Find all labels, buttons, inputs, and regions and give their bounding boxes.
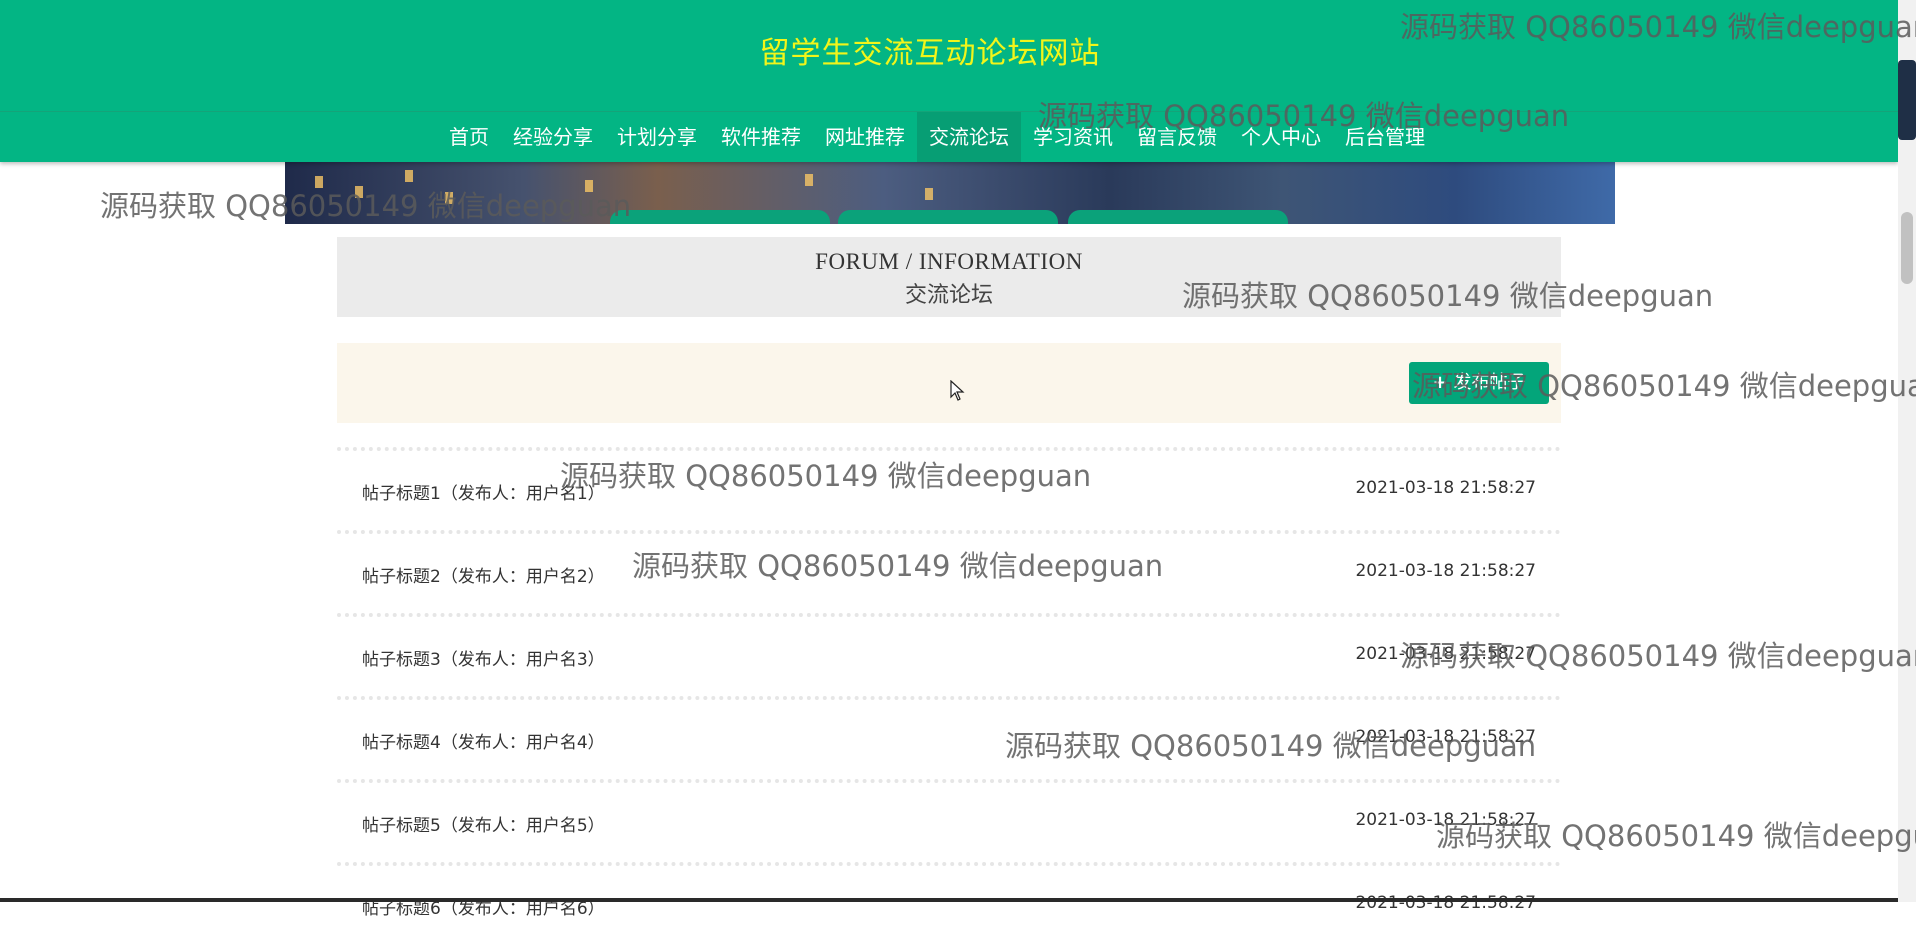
post-time: 2021-03-18 21:58:27	[1355, 810, 1536, 830]
post-title[interactable]: 帖子标题4（发布人：用户名4）	[362, 728, 605, 753]
banner-light	[805, 174, 813, 186]
window-bottom-edge	[0, 898, 1898, 902]
nav-experience-share[interactable]: 经验分享	[501, 112, 605, 162]
banner-light	[445, 192, 453, 204]
post-time: 2021-03-18 21:58:27	[1355, 893, 1536, 913]
post-row[interactable]: 帖子标题1（发布人：用户名1） 2021-03-18 21:58:27	[337, 447, 1561, 530]
banner-light	[925, 188, 933, 200]
section-header: FORUM / INFORMATION 交流论坛	[337, 237, 1561, 317]
banner-light	[405, 170, 413, 182]
section-title-en: FORUM / INFORMATION	[815, 249, 1083, 274]
post-row[interactable]: 帖子标题5（发布人：用户名5） 2021-03-18 21:58:27	[337, 779, 1561, 862]
post-time: 2021-03-18 21:58:27	[1355, 727, 1536, 747]
plus-icon: +	[1432, 372, 1448, 393]
site-title: 留学生交流互动论坛网站	[759, 36, 1101, 71]
action-bar: + 发布帖子	[337, 343, 1561, 423]
mouse-cursor-icon	[950, 380, 965, 401]
post-title[interactable]: 帖子标题2（发布人：用户名2）	[362, 562, 605, 587]
nav-study-news[interactable]: 学习资讯	[1021, 112, 1125, 162]
post-time: 2021-03-18 21:58:27	[1355, 561, 1536, 581]
nav-software-recommend[interactable]: 软件推荐	[709, 112, 813, 162]
scrollbar-thumb[interactable]	[1901, 212, 1913, 284]
nav-admin[interactable]: 后台管理	[1333, 112, 1437, 162]
post-title[interactable]: 帖子标题5（发布人：用户名5）	[362, 811, 605, 836]
post-row[interactable]: 帖子标题6（发布人：用户名6） 2021-03-18 21:58:27	[337, 862, 1561, 945]
section-title-cn: 交流论坛	[904, 282, 993, 307]
banner-image	[285, 162, 1615, 224]
post-row[interactable]: 帖子标题2（发布人：用户名2） 2021-03-18 21:58:27	[337, 530, 1561, 613]
nav-home[interactable]: 首页	[437, 112, 501, 162]
post-list: 帖子标题1（发布人：用户名1） 2021-03-18 21:58:27 帖子标题…	[337, 447, 1561, 945]
banner-slide-tab[interactable]	[838, 210, 1058, 224]
post-row[interactable]: 帖子标题3（发布人：用户名3） 2021-03-18 21:58:27	[337, 613, 1561, 696]
post-time: 2021-03-18 21:58:27	[1355, 644, 1536, 664]
nav-website-recommend[interactable]: 网址推荐	[813, 112, 917, 162]
banner-slide-tab[interactable]	[1068, 210, 1288, 224]
nav-personal-center[interactable]: 个人中心	[1229, 112, 1333, 162]
banner-light	[585, 180, 593, 192]
post-topic-button[interactable]: + 发布帖子	[1409, 362, 1549, 404]
nav-plan-share[interactable]: 计划分享	[605, 112, 709, 162]
nav-forum[interactable]: 交流论坛	[917, 112, 1021, 162]
banner-light	[315, 176, 323, 188]
banner-slide-tab[interactable]	[610, 210, 830, 224]
scrollbar-top-widget	[1898, 60, 1916, 140]
nav-feedback[interactable]: 留言反馈	[1125, 112, 1229, 162]
site-header: 留学生交流互动论坛网站 首页 经验分享 计划分享 软件推荐 网址推荐 交流论坛 …	[0, 0, 1898, 162]
post-row[interactable]: 帖子标题4（发布人：用户名4） 2021-03-18 21:58:27	[337, 696, 1561, 779]
banner-light	[355, 186, 363, 198]
main-nav: 首页 经验分享 计划分享 软件推荐 网址推荐 交流论坛 学习资讯 留言反馈 个人…	[437, 112, 1437, 162]
post-title[interactable]: 帖子标题3（发布人：用户名3）	[362, 645, 605, 670]
post-topic-label: 发布帖子	[1453, 372, 1526, 393]
post-time: 2021-03-18 21:58:27	[1355, 478, 1536, 498]
post-title[interactable]: 帖子标题1（发布人：用户名1）	[362, 479, 605, 504]
